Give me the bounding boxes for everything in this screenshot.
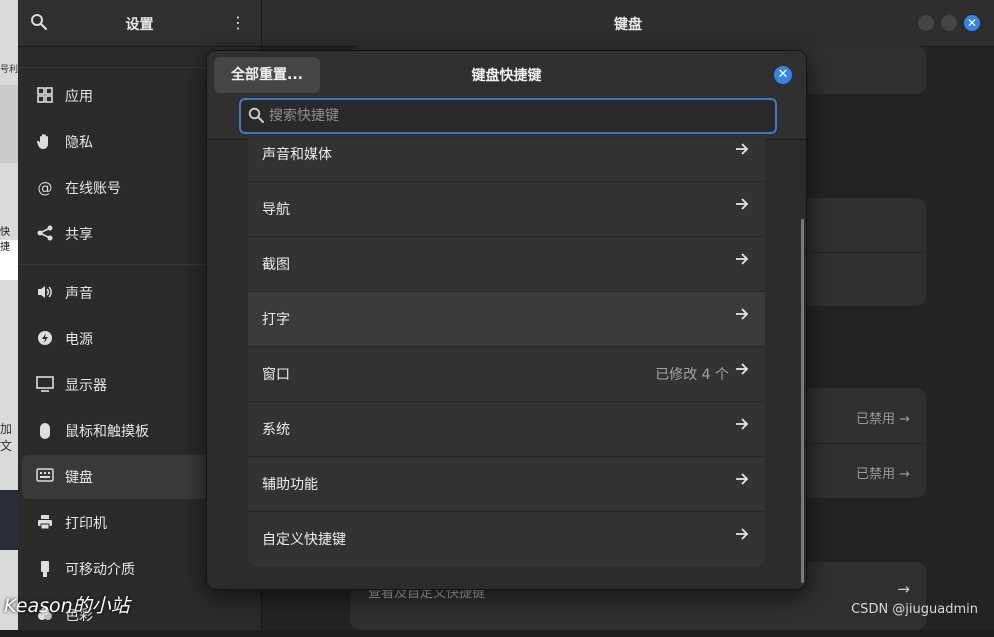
- search-input[interactable]: [269, 100, 759, 132]
- sidebar-item-label: 鼠标和触摸板: [65, 424, 149, 440]
- arrow-right-icon: [735, 361, 751, 381]
- grid-icon: [36, 87, 54, 105]
- kebab-menu-icon[interactable]: ⋮: [230, 13, 246, 33]
- sidebar-item-label: 可移动介质: [65, 562, 135, 578]
- background-window-strip: 号利 快捷 加文: [0, 0, 18, 630]
- sidebar-item-label: 共享: [65, 227, 93, 243]
- sidebar-item-label: 打印机: [65, 516, 107, 532]
- arrow-right-icon: [735, 196, 751, 216]
- power-icon: [36, 330, 54, 348]
- arrow-right-icon: [735, 471, 751, 491]
- arrow-right-icon: [735, 141, 751, 161]
- dialog-close-button[interactable]: ✕: [774, 66, 792, 84]
- arrow-right-icon: [735, 306, 751, 326]
- list-item-custom-shortcuts[interactable]: 自定义快捷键: [248, 512, 765, 566]
- strip-block: [0, 85, 18, 163]
- arrow-right-icon: →: [897, 580, 910, 598]
- list-item-navigation[interactable]: 导航: [248, 182, 765, 237]
- display-icon: [36, 376, 54, 394]
- list-item-label: 声音和媒体: [262, 147, 332, 163]
- arrow-right-icon: [735, 416, 751, 436]
- maximize-button[interactable]: [941, 15, 957, 31]
- sidebar-item-label: 隐私: [65, 135, 93, 151]
- list-item-accessibility[interactable]: 辅助功能: [248, 457, 765, 512]
- keyboard-icon: [36, 468, 54, 486]
- sidebar-item-label: 电源: [65, 332, 93, 348]
- arrow-right-icon: [735, 251, 751, 271]
- sidebar-item-label: 声音: [65, 286, 93, 302]
- dialog-header: 全部重置... 键盘快捷键 ✕: [207, 51, 806, 140]
- strip-text: 快捷: [0, 227, 10, 253]
- list-item-sound-media[interactable]: 声音和媒体: [248, 139, 765, 182]
- list-item-label: 导航: [262, 202, 290, 218]
- list-item-label: 系统: [262, 422, 290, 438]
- list-item-label: 辅助功能: [262, 477, 318, 493]
- dialog-title: 键盘快捷键: [471, 68, 542, 84]
- strip-block: [0, 490, 18, 550]
- watermark-left: Keason的小站: [4, 595, 130, 617]
- list-item-screenshots[interactable]: 截图: [248, 237, 765, 292]
- list-item-label: 自定义快捷键: [262, 532, 346, 548]
- keyboard-shortcuts-dialog: 全部重置... 键盘快捷键 ✕ 声音和媒体 导航 截图 打字: [206, 50, 807, 590]
- sidebar-item-label: 显示器: [65, 378, 107, 394]
- arrow-right-icon: [735, 526, 751, 546]
- strip-text: 号利: [0, 65, 18, 75]
- watermark-right: CSDN @jiuguadmin: [851, 602, 978, 617]
- status-label: 已禁用: [855, 412, 895, 427]
- list-item-label: 打字: [262, 312, 290, 328]
- share-icon: [36, 225, 54, 243]
- list-item-windows[interactable]: 窗口 已修改 4 个: [248, 347, 765, 402]
- main-header: 键盘 ✕: [262, 0, 994, 47]
- shortcut-category-list: 声音和媒体 导航 截图 打字 窗口 已修改 4 个 系统 辅助功能 自定义快捷键: [248, 139, 765, 567]
- usb-icon: [36, 560, 54, 578]
- list-item-label: 窗口: [262, 367, 290, 383]
- sidebar-header: 设置 ⋮: [18, 0, 261, 47]
- printer-icon: [36, 514, 54, 532]
- speaker-icon: [36, 284, 54, 302]
- page-title: 键盘: [614, 17, 642, 33]
- sidebar-item-label: 键盘: [65, 470, 93, 486]
- scrollbar[interactable]: [801, 219, 804, 583]
- list-item-typing[interactable]: 打字: [248, 292, 765, 347]
- list-item-label: 截图: [262, 257, 290, 273]
- strip-text: 加文: [0, 422, 13, 453]
- at-icon: @: [37, 179, 53, 197]
- list-item-status: 已修改 4 个: [655, 367, 729, 383]
- mouse-icon: [36, 422, 54, 440]
- sidebar-item-label: 在线账号: [65, 181, 121, 197]
- status-disabled: 已禁用 →: [855, 412, 910, 427]
- status-disabled: 已禁用 →: [855, 467, 910, 482]
- search-icon: [248, 107, 264, 123]
- sidebar-item-label: 应用: [65, 89, 93, 105]
- status-label: 已禁用: [855, 467, 895, 482]
- list-item-system[interactable]: 系统: [248, 402, 765, 457]
- search-field[interactable]: [239, 98, 777, 134]
- window-close-button[interactable]: ✕: [964, 15, 980, 31]
- minimize-button[interactable]: [918, 15, 934, 31]
- hand-icon: [36, 133, 54, 151]
- sidebar-title: 设置: [125, 17, 154, 33]
